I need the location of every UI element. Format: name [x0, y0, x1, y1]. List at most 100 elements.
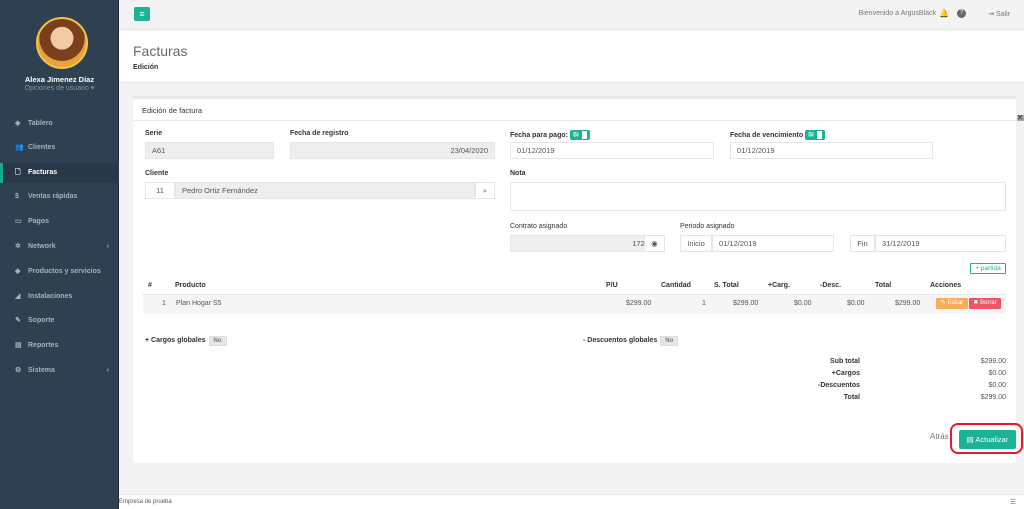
- row-pu: $299.00: [626, 300, 652, 307]
- sidebar-item-sistema[interactable]: ⚙ Sistema ‹: [0, 361, 119, 381]
- sidebar-item-label: Sistema: [28, 367, 55, 374]
- pago-date-field[interactable]: 01/12/2019: [510, 142, 714, 159]
- tag-icon: ◆: [15, 268, 21, 275]
- close-icon[interactable]: ✕: [1017, 113, 1023, 122]
- sidebar-item-label: Reportes: [28, 342, 59, 349]
- toggle-knob: [581, 131, 587, 139]
- descuentos-globales-label: - Descuentos globales: [583, 337, 658, 344]
- delete-label: Borrar: [980, 300, 997, 306]
- sidebar-item-network[interactable]: ✲ Network ‹: [0, 237, 119, 257]
- sidebar-item-label: Pagos: [28, 218, 50, 225]
- page-title: Facturas: [133, 43, 188, 59]
- pago-label-text: Fecha para pago:: [510, 131, 568, 139]
- cargos-globales-label: + Cargos globales: [145, 337, 206, 344]
- contrato-field[interactable]: 1729: [510, 235, 656, 252]
- panel-title-bar: Edición de factura ▤ ✕: [133, 99, 1024, 122]
- dashboard-icon: ◈: [15, 120, 21, 127]
- wrench-icon: ✎: [15, 317, 21, 324]
- eye-icon[interactable]: ◉: [644, 235, 665, 252]
- sidebar-item-productos[interactable]: ◆ Productos y servicios: [0, 262, 119, 282]
- user-options-dropdown[interactable]: Opciones de usuario ▾: [0, 84, 119, 92]
- sidebar-item-pagos[interactable]: ▭ Pagos: [0, 212, 119, 232]
- total-label: Total: [843, 394, 860, 401]
- row-stotal: $299.00: [733, 300, 759, 307]
- descuentos-globales-toggle[interactable]: No: [660, 336, 679, 346]
- col-num: #: [148, 282, 152, 289]
- x-icon: ✖: [973, 300, 981, 306]
- total-value: $299.00: [980, 394, 1006, 401]
- sidebar-item-label: Productos y servicios: [28, 268, 101, 275]
- registro-field[interactable]: 23/04/2020: [290, 142, 495, 159]
- row-descuentos: $0.00: [847, 300, 865, 307]
- periodo-label: Periodo asignado: [680, 223, 735, 230]
- descuentos-value: $0.00: [988, 382, 1006, 389]
- descuentos-globales: - Descuentos globales No: [583, 336, 679, 346]
- logout-label: Salir: [995, 11, 1010, 18]
- help-icon[interactable]: ?: [957, 9, 966, 18]
- delete-button[interactable]: ✖ Borrar: [969, 298, 1001, 309]
- inicio-addon: Inicio: [680, 235, 712, 252]
- sidebar-item-reportes[interactable]: ▤ Reportes: [0, 336, 119, 356]
- descuentos-label: -Descuentos: [817, 382, 860, 389]
- cliente-id-field[interactable]: 11: [145, 182, 175, 199]
- breadcrumb: Edición: [133, 64, 159, 71]
- sidebar-item-ventas-rapidas[interactable]: $ Ventas rápidas: [0, 187, 119, 207]
- subtotal-label: Sub total: [830, 358, 860, 365]
- chevron-left-icon: ‹: [106, 243, 109, 250]
- inicio-date-field[interactable]: 01/12/2019: [712, 235, 834, 252]
- col-producto: Producto: [175, 282, 206, 289]
- pago-label: Fecha para pago: Si: [510, 130, 590, 140]
- vencimiento-date-field[interactable]: 01/12/2019: [730, 142, 933, 159]
- venc-toggle-label: Si: [808, 132, 814, 139]
- sidebar-item-tablero[interactable]: ◈ Tablero: [0, 114, 119, 134]
- row-total: $299.00: [895, 300, 921, 307]
- network-icon: ✲: [15, 243, 21, 250]
- bell-icon[interactable]: 🔔: [939, 9, 949, 18]
- sidebar: Alexa Jimenez Díaz Opciones de usuario ▾…: [0, 0, 119, 509]
- footer-company: Empresa de prueba: [119, 499, 172, 505]
- fin-date-field[interactable]: 31/12/2019: [875, 235, 1006, 252]
- cargos-globales-toggle[interactable]: No: [208, 336, 227, 346]
- sign-out-icon: ⇥: [988, 11, 996, 18]
- book-icon: ▤: [15, 342, 22, 349]
- serie-field[interactable]: A61: [145, 142, 274, 159]
- users-icon: 👥: [15, 144, 24, 151]
- cliente-name-field[interactable]: Pedro Ortiz Fernández: [175, 182, 475, 199]
- add-partida-button[interactable]: + partida: [970, 263, 1006, 274]
- sidebar-item-label: Ventas rápidas: [28, 193, 78, 200]
- user-name: Alexa Jimenez Díaz: [24, 75, 95, 84]
- fin-addon: Fin: [850, 235, 875, 252]
- welcome-text: Bienvenido a ArgusBlack: [858, 10, 936, 17]
- sidebar-item-clientes[interactable]: 👥 Clientes: [0, 138, 119, 158]
- page-header: Facturas Edición: [119, 31, 1024, 83]
- col-cantidad: Cantidad: [661, 282, 691, 289]
- sidebar-item-label: Facturas: [28, 169, 58, 176]
- nota-textarea[interactable]: [510, 182, 1006, 211]
- venc-label-text: Fecha de vencimiento: [730, 131, 804, 139]
- row-producto: Plan Hogar S5: [176, 300, 222, 307]
- sidebar-item-instalaciones[interactable]: ◢ Instalaciones: [0, 287, 119, 307]
- edit-label: Editar: [947, 300, 964, 306]
- back-button[interactable]: Atrás: [930, 432, 949, 441]
- menu-toggle-button[interactable]: ≡: [134, 7, 150, 21]
- table-row: [143, 294, 1006, 314]
- sidebar-item-soporte[interactable]: ✎ Soporte: [0, 311, 119, 331]
- sliders-icon[interactable]: ☰: [1010, 498, 1016, 506]
- vencimiento-toggle[interactable]: Si: [805, 130, 825, 140]
- cliente-label: Cliente: [145, 170, 169, 177]
- pago-toggle[interactable]: Si: [569, 130, 590, 140]
- edit-button[interactable]: ✎ Editar: [936, 298, 968, 309]
- col-cargos: +Carg.: [768, 282, 790, 289]
- sidebar-item-label: Soporte: [28, 317, 55, 324]
- search-icon[interactable]: ⌕: [475, 182, 495, 199]
- sidebar-item-label: Instalaciones: [28, 293, 73, 300]
- logout-link[interactable]: ⇥ Salir: [988, 10, 1010, 18]
- sidebar-item-label: Tablero: [28, 120, 53, 127]
- col-stotal: S. Total: [714, 282, 739, 289]
- topbar: ≡ Bienvenido a ArgusBlack 🔔 ? ⇥ Salir: [119, 0, 1024, 30]
- row-cantidad: 1: [702, 300, 706, 307]
- user-avatar[interactable]: [36, 17, 88, 69]
- sidebar-item-facturas[interactable]: 🗋 Facturas: [0, 163, 119, 183]
- chevron-left-icon: ‹: [106, 367, 109, 374]
- highlight-annotation: [950, 423, 1023, 454]
